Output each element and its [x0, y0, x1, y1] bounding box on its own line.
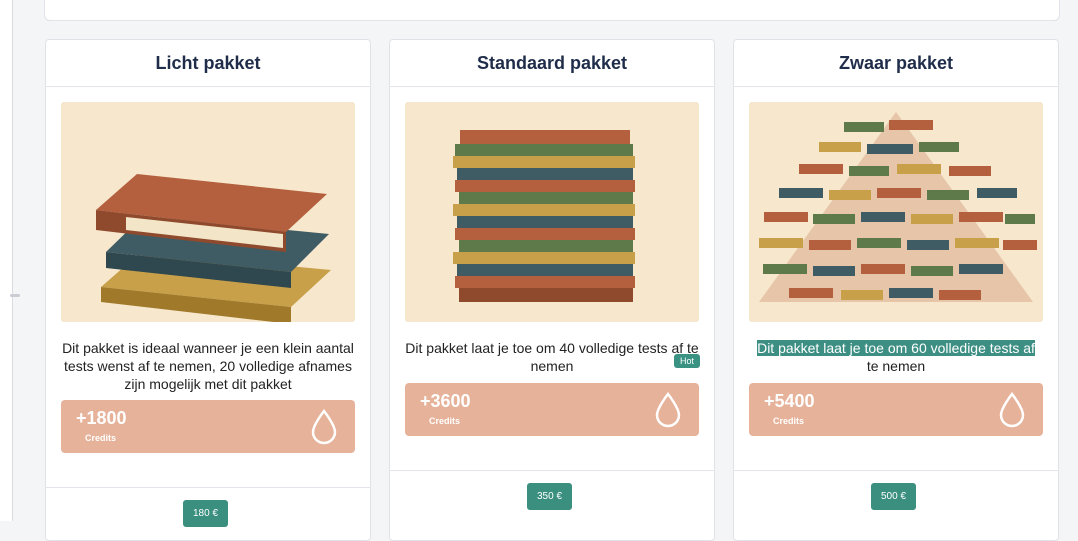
top-panel [44, 0, 1060, 21]
package-title: Zwaar pakket [734, 40, 1058, 87]
package-card-heavy: Zwaar pakket Dit pakket laat je toe om 6… [733, 39, 1059, 541]
package-title: Standaard pakket [390, 40, 714, 87]
credits-amount: +1800 [76, 408, 127, 428]
credits-amount: +5400 [764, 391, 815, 411]
package-card-standard: Standaard pakket Dit pakket laat je toe … [389, 39, 715, 541]
description-rest: te nemen [866, 358, 926, 374]
package-card-light: Licht pakket Dit pakket is ideaal wannee… [45, 39, 371, 541]
card-divider [390, 470, 714, 471]
package-description: Dit pakket laat je toe om 60 volledige t… [746, 339, 1046, 375]
resize-handle[interactable] [10, 294, 20, 297]
credits-box: +1800 Credits [61, 400, 355, 453]
credits-label: Credits [85, 433, 117, 443]
card-divider [46, 487, 370, 488]
package-title: Licht pakket [46, 40, 370, 87]
drop-icon [999, 392, 1025, 428]
credits-label: Credits [773, 416, 805, 426]
drop-icon [655, 392, 681, 428]
credits-amount: +3600 [420, 391, 471, 411]
package-image-small-stack [61, 102, 355, 322]
drop-icon [311, 409, 337, 445]
buy-button[interactable]: 180 € [183, 500, 229, 527]
credits-box: +5400 Credits [749, 383, 1043, 436]
credits-box: +3600 Credits [405, 383, 699, 436]
package-image-large-pile [749, 102, 1043, 322]
card-divider [734, 470, 1058, 471]
description-highlight: Dit pakket laat je toe om 60 volledige t… [757, 340, 1035, 356]
buy-button[interactable]: 350 € [527, 483, 573, 510]
hot-badge: Hot [673, 354, 700, 368]
left-rail [0, 0, 13, 521]
buy-button[interactable]: 500 € [871, 483, 917, 510]
credits-label: Credits [429, 416, 461, 426]
package-description: Dit pakket is ideaal wanneer je een klei… [62, 340, 354, 392]
package-description: Dit pakket laat je toe om 40 volledige t… [405, 340, 699, 374]
package-image-medium-stack [405, 102, 699, 322]
